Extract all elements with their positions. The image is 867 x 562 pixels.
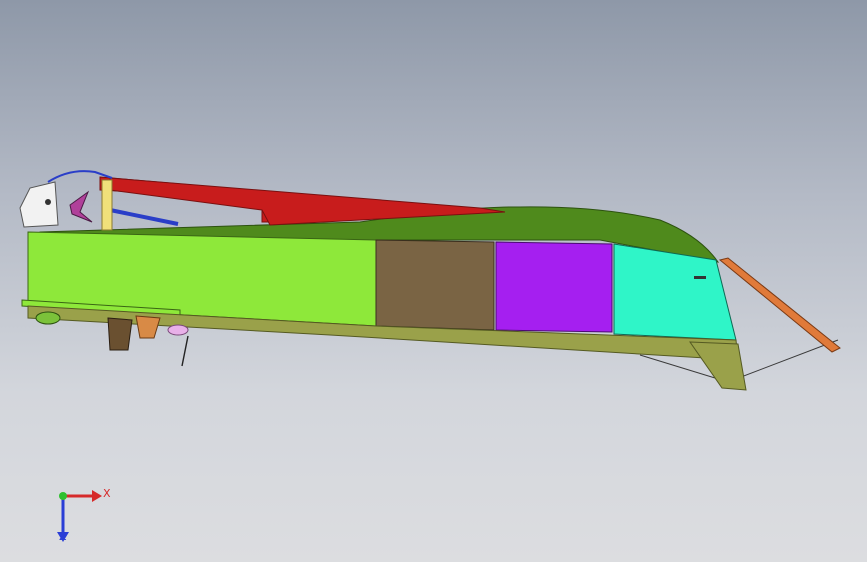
housing-bolt: [45, 199, 51, 205]
side-panel-purple[interactable]: [495, 241, 613, 333]
rear-fin: [107, 317, 133, 351]
triad-graphic: [57, 490, 102, 542]
panel-latch[interactable]: [694, 276, 706, 279]
front-plate[interactable]: [718, 257, 841, 353]
x-axis-label: X: [103, 487, 111, 500]
rear-foot: [35, 311, 61, 325]
z-axis-label: Z: [59, 530, 67, 543]
rear-wheel: [167, 324, 189, 336]
side-panel-brown[interactable]: [375, 239, 495, 331]
y-axis-dot: [59, 492, 67, 500]
cad-viewport[interactable]: X Z: [0, 0, 867, 562]
rear-rotor[interactable]: [69, 190, 93, 223]
coordinate-triad: X Z: [30, 470, 140, 550]
x-axis-head: [92, 490, 102, 502]
vertical-post[interactable]: [101, 179, 113, 231]
hydraulic-cylinder[interactable]: [109, 208, 179, 226]
side-panel-cyan[interactable]: [613, 243, 737, 341]
rear-bracket: [135, 315, 161, 339]
rear-rod: [181, 335, 189, 367]
front-hopper[interactable]: [689, 341, 747, 391]
rear-housing[interactable]: [19, 181, 59, 228]
